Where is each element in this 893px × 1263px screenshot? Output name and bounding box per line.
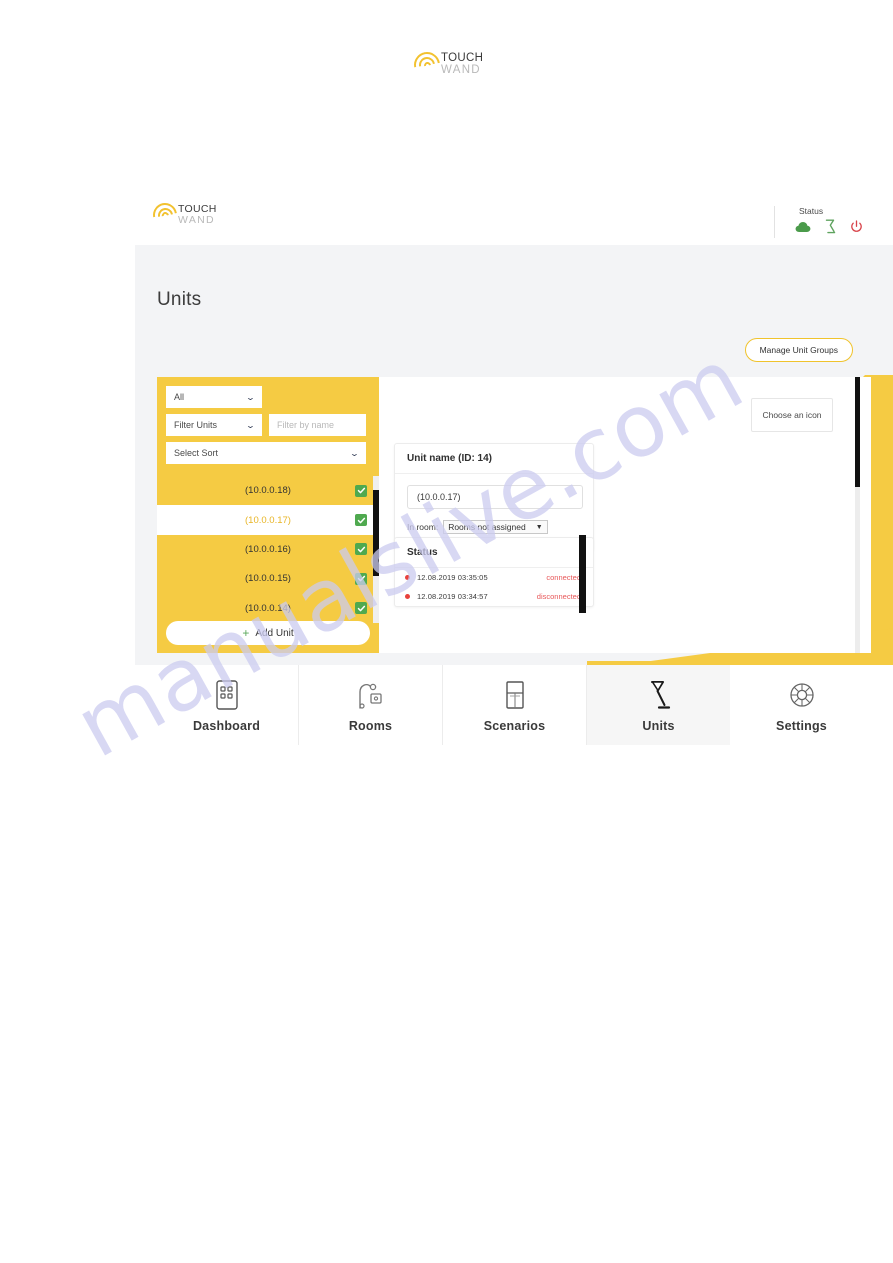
unit-list-item[interactable]: (10.0.0.15)	[157, 564, 379, 593]
chevron-down-icon: ⌄	[349, 448, 360, 458]
dashboard-icon	[213, 678, 241, 712]
filter-units-value: Filter Units	[174, 420, 218, 430]
unit-detail-panel: Choose an icon Unit name (ID: 14) (10.0.…	[379, 377, 871, 653]
unit-list-item-label: (10.0.0.14)	[245, 602, 291, 614]
page-title-bar: Units	[135, 245, 893, 329]
all-dropdown-value: All	[174, 392, 185, 402]
nav-item-scenarios[interactable]: Scenarios	[443, 665, 587, 745]
unit-list-scrollbar-thumb[interactable]	[373, 490, 379, 576]
unit-list-item-label: (10.0.0.18)	[245, 485, 291, 497]
unit-detail-card: Unit name (ID: 14) (10.0.0.17) In room: …	[394, 443, 594, 551]
content-card: All ⌄ Filter Units ⌄ Filter by name Sele…	[157, 377, 871, 653]
scenarios-icon	[502, 678, 528, 712]
detail-panel-scrollbar-thumb[interactable]	[855, 377, 860, 487]
page-root: manualslive.com TOUCH WAND TOUCH WAND St…	[0, 0, 893, 1263]
unit-list-item-label: (10.0.0.16)	[245, 543, 291, 555]
app-logo: TOUCH WAND	[148, 198, 217, 232]
unit-list-item[interactable]: (10.0.0.18)	[157, 476, 379, 505]
status-timestamp: 12.08.2019 03:35:05	[417, 573, 488, 582]
units-lamp-icon	[644, 678, 674, 712]
header-status-zone: Status	[774, 206, 863, 238]
status-state: connected	[546, 573, 581, 582]
power-icon[interactable]	[850, 219, 863, 234]
status-dot-icon	[405, 575, 410, 580]
status-row: 12.08.2019 03:34:57 disconnected	[395, 587, 593, 606]
select-sort-dropdown[interactable]: Select Sort ⌄	[166, 442, 366, 464]
settings-icon	[787, 678, 817, 712]
touchwand-spiral-icon	[148, 198, 182, 232]
unit-list-item[interactable]: (10.0.0.14)	[157, 594, 379, 623]
app-header: TOUCH WAND Status	[135, 197, 893, 245]
nav-item-settings[interactable]: Settings	[730, 665, 873, 745]
add-unit-label: Add Unit	[255, 627, 294, 639]
unit-list-item[interactable]: (10.0.0.16)	[157, 535, 379, 564]
header-divider	[774, 206, 775, 238]
status-card-title: Status	[395, 538, 593, 568]
lamp-icon[interactable]	[824, 219, 837, 234]
in-room-label: In room:	[407, 522, 439, 532]
nav-item-rooms[interactable]: Rooms	[299, 665, 443, 745]
status-card: Status 12.08.2019 03:35:05 connected 12.08…	[394, 537, 594, 607]
select-sort-value: Select Sort	[174, 448, 219, 458]
status-dot-icon	[405, 594, 410, 599]
unit-checkbox[interactable]	[355, 572, 367, 585]
bottom-navigation: Dashboard Rooms Scenarios Units Settings	[155, 661, 873, 745]
status-label: Status	[799, 206, 824, 216]
cloud-icon[interactable]	[795, 221, 811, 233]
chevron-down-icon: ⌄	[245, 392, 256, 402]
nav-item-label: Dashboard	[192, 718, 261, 733]
filter-controls: All ⌄ Filter Units ⌄ Filter by name Sele…	[157, 377, 379, 464]
all-dropdown[interactable]: All ⌄	[166, 386, 262, 408]
nav-item-label: Scenarios	[483, 718, 546, 733]
unit-list[interactable]: (10.0.0.18) (10.0.0.17) (10.0.0.16) (10.0.0…	[157, 476, 379, 623]
room-select-dropdown[interactable]: Rooms not assigned ▼	[443, 520, 548, 534]
status-icon-group	[795, 219, 863, 234]
room-select-value: Rooms not assigned	[448, 522, 526, 532]
chevron-down-icon: ▼	[535, 523, 543, 531]
units-left-panel: All ⌄ Filter Units ⌄ Filter by name Sele…	[157, 377, 379, 653]
nav-item-dashboard[interactable]: Dashboard	[155, 665, 299, 745]
application-window: TOUCH WAND Status Units Manage Unit Grou…	[135, 197, 893, 745]
nav-item-label: Rooms	[348, 718, 393, 733]
status-row: 12.08.2019 03:35:05 connected	[395, 568, 593, 587]
plus-icon: +	[242, 626, 250, 640]
nav-item-label: Units	[642, 718, 675, 733]
add-unit-button[interactable]: + Add Unit	[166, 621, 370, 645]
status-state: disconnected	[536, 592, 581, 601]
unit-checkbox[interactable]	[355, 514, 367, 527]
choose-an-icon-button[interactable]: Choose an icon	[751, 398, 833, 432]
app-body: Units Manage Unit Groups All ⌄ Filter Un…	[135, 245, 893, 665]
nav-item-units[interactable]: Units	[587, 661, 730, 745]
page-title: Units	[157, 289, 202, 310]
manage-unit-groups-button[interactable]: Manage Unit Groups	[744, 338, 853, 362]
filter-units-dropdown[interactable]: Filter Units ⌄	[166, 414, 262, 436]
touchwand-spiral-icon	[408, 46, 446, 84]
status-timestamp: 12.08.2019 03:34:57	[417, 592, 488, 601]
logo-line-2: WAND	[178, 214, 215, 226]
unit-list-item[interactable]: (10.0.0.17)	[157, 505, 379, 535]
logo-line-2: WAND	[441, 64, 481, 76]
unit-checkbox[interactable]	[355, 543, 367, 556]
status-row-list: 12.08.2019 03:35:05 connected 12.08.2019 0…	[395, 568, 593, 606]
unit-list-item-label: (10.0.0.17)	[245, 514, 291, 526]
unit-checkbox[interactable]	[355, 602, 367, 615]
rooms-icon	[355, 678, 387, 712]
page-logo: TOUCH WAND	[408, 44, 484, 86]
nav-item-label: Settings	[776, 718, 827, 733]
unit-detail-title: Unit name (ID: 14)	[395, 444, 593, 474]
unit-checkbox[interactable]	[355, 484, 367, 497]
status-card-scrollbar-thumb[interactable]	[579, 535, 586, 613]
unit-list-item-label: (10.0.0.15)	[245, 573, 291, 585]
chevron-down-icon: ⌄	[245, 420, 256, 430]
unit-name-input[interactable]: (10.0.0.17)	[407, 485, 583, 509]
filter-by-name-input[interactable]: Filter by name	[269, 414, 366, 436]
